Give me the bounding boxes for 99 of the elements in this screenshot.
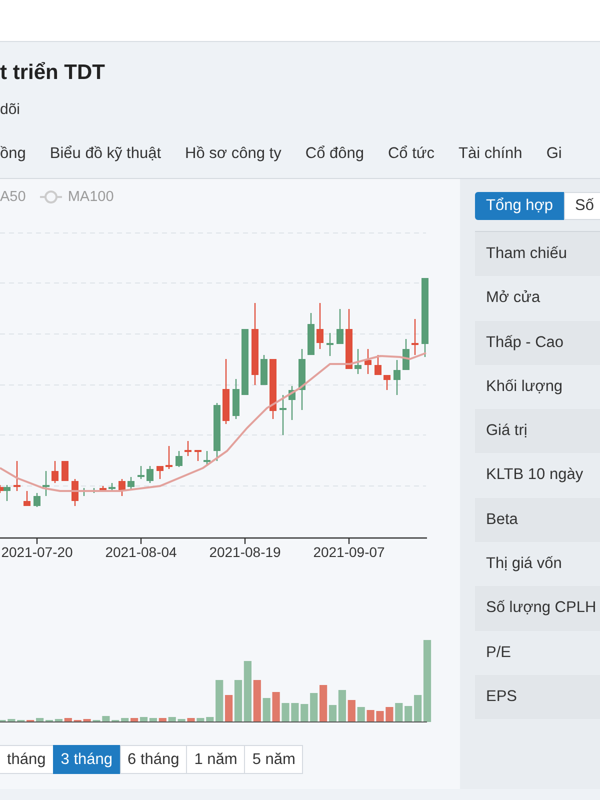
volume-bar	[282, 703, 290, 722]
candle	[52, 461, 58, 483]
candle	[288, 386, 296, 420]
summary-row-label: Khối lượng	[485, 376, 564, 397]
volume-bar	[158, 718, 166, 722]
candle	[128, 477, 134, 489]
volume-bar	[386, 707, 394, 722]
company-title: t triển TDT	[0, 60, 106, 86]
volume-bar	[291, 703, 299, 722]
candle	[222, 359, 230, 424]
candle	[354, 349, 362, 374]
candle	[270, 359, 276, 419]
candle	[194, 450, 202, 461]
nav-tab[interactable]: Biểu đồ kỹ thuật	[50, 144, 162, 178]
view-toggle[interactable]: Tổng hợp	[475, 192, 564, 220]
range-button[interactable]: 1 năm	[186, 745, 246, 774]
candle	[108, 483, 116, 491]
candle	[232, 379, 240, 419]
volume-bar	[178, 719, 186, 722]
candle	[316, 303, 324, 349]
summary-row-label: KLTB 10 ngày	[485, 465, 584, 486]
legend-line-icon	[40, 190, 62, 204]
volume-bar	[357, 707, 365, 722]
axis-label: 2021-08-19	[209, 544, 281, 560]
volume-bar	[272, 692, 280, 722]
nav-tab[interactable]: Cổ tức	[388, 144, 435, 178]
volume-bar	[366, 710, 374, 722]
volume-bar	[262, 698, 270, 722]
candle	[402, 339, 410, 370]
candle	[280, 395, 286, 435]
candle	[308, 313, 314, 355]
candle	[204, 451, 210, 466]
candle	[214, 403, 220, 461]
candle	[298, 349, 306, 410]
view-toggle[interactable]: Số	[564, 192, 600, 220]
candle	[62, 461, 68, 481]
candle	[384, 375, 390, 390]
nav-tab[interactable]: ồng	[0, 144, 26, 178]
candle	[138, 466, 144, 479]
candle	[118, 479, 126, 496]
volume-bar	[310, 693, 318, 722]
candle	[72, 479, 78, 506]
volume-bar	[348, 700, 356, 722]
nav-tab[interactable]: Tài chính	[458, 144, 522, 178]
candle	[34, 493, 40, 507]
summary-row-label: Số lượng CPLH	[475, 586, 600, 631]
volume-bar	[64, 718, 72, 722]
volume-bar	[395, 703, 403, 722]
candle	[24, 491, 30, 506]
volume-bar	[404, 706, 412, 722]
volume-bar	[253, 680, 261, 722]
range-button[interactable]: 3 tháng	[52, 745, 121, 774]
candle	[176, 451, 182, 467]
range-button[interactable]: tháng	[0, 745, 54, 774]
nav-tab[interactable]: Gi	[546, 144, 562, 178]
follow-link[interactable]: dõi	[0, 100, 600, 120]
volume-bar	[187, 718, 195, 722]
candle	[184, 441, 192, 456]
candle	[336, 309, 344, 344]
volume-bar	[168, 717, 176, 722]
volume-bar	[121, 718, 129, 722]
summary-row-label: Thấp - Cao	[475, 320, 600, 365]
range-button[interactable]: 6 tháng	[120, 745, 188, 774]
volume-bar	[376, 711, 384, 722]
candle	[80, 488, 88, 496]
candle	[346, 309, 352, 369]
volume-bar	[196, 718, 204, 722]
candle	[374, 355, 382, 375]
candle	[242, 329, 248, 395]
candle	[100, 486, 106, 491]
volume-bar	[102, 716, 110, 722]
volume-bar	[216, 680, 224, 722]
summary-row-label: Giá trị	[475, 409, 600, 454]
candle	[412, 319, 418, 355]
candle	[326, 333, 334, 356]
candle	[394, 360, 400, 395]
nav-tab[interactable]: Cổ đông	[305, 144, 364, 178]
volume-bar	[83, 719, 91, 722]
candle	[156, 466, 164, 479]
candle	[14, 461, 20, 491]
axis-label: 2021-08-04	[105, 544, 177, 560]
axis-label: 2021-09-07	[313, 544, 385, 560]
candle	[42, 471, 50, 496]
summary-row-label: Mở cửa	[485, 288, 542, 308]
summary-row-label: Thị giá vốn	[485, 554, 563, 574]
summary-row-label: Tham chiếu	[475, 232, 600, 276]
volume-bar	[300, 704, 308, 722]
axis-label: 2021-07-20	[1, 544, 73, 560]
summary-row-label: P/E	[485, 642, 512, 663]
candle	[90, 488, 98, 493]
candle	[166, 446, 172, 469]
summary-row-label: EPS	[475, 674, 600, 720]
volume-bar	[206, 717, 214, 722]
candle	[364, 349, 372, 374]
candle	[146, 466, 154, 483]
summary-row-label: Beta	[475, 498, 600, 542]
range-button[interactable]: 5 năm	[244, 745, 304, 774]
candle	[260, 355, 268, 385]
nav-tab[interactable]: Hồ sơ công ty	[185, 144, 282, 178]
